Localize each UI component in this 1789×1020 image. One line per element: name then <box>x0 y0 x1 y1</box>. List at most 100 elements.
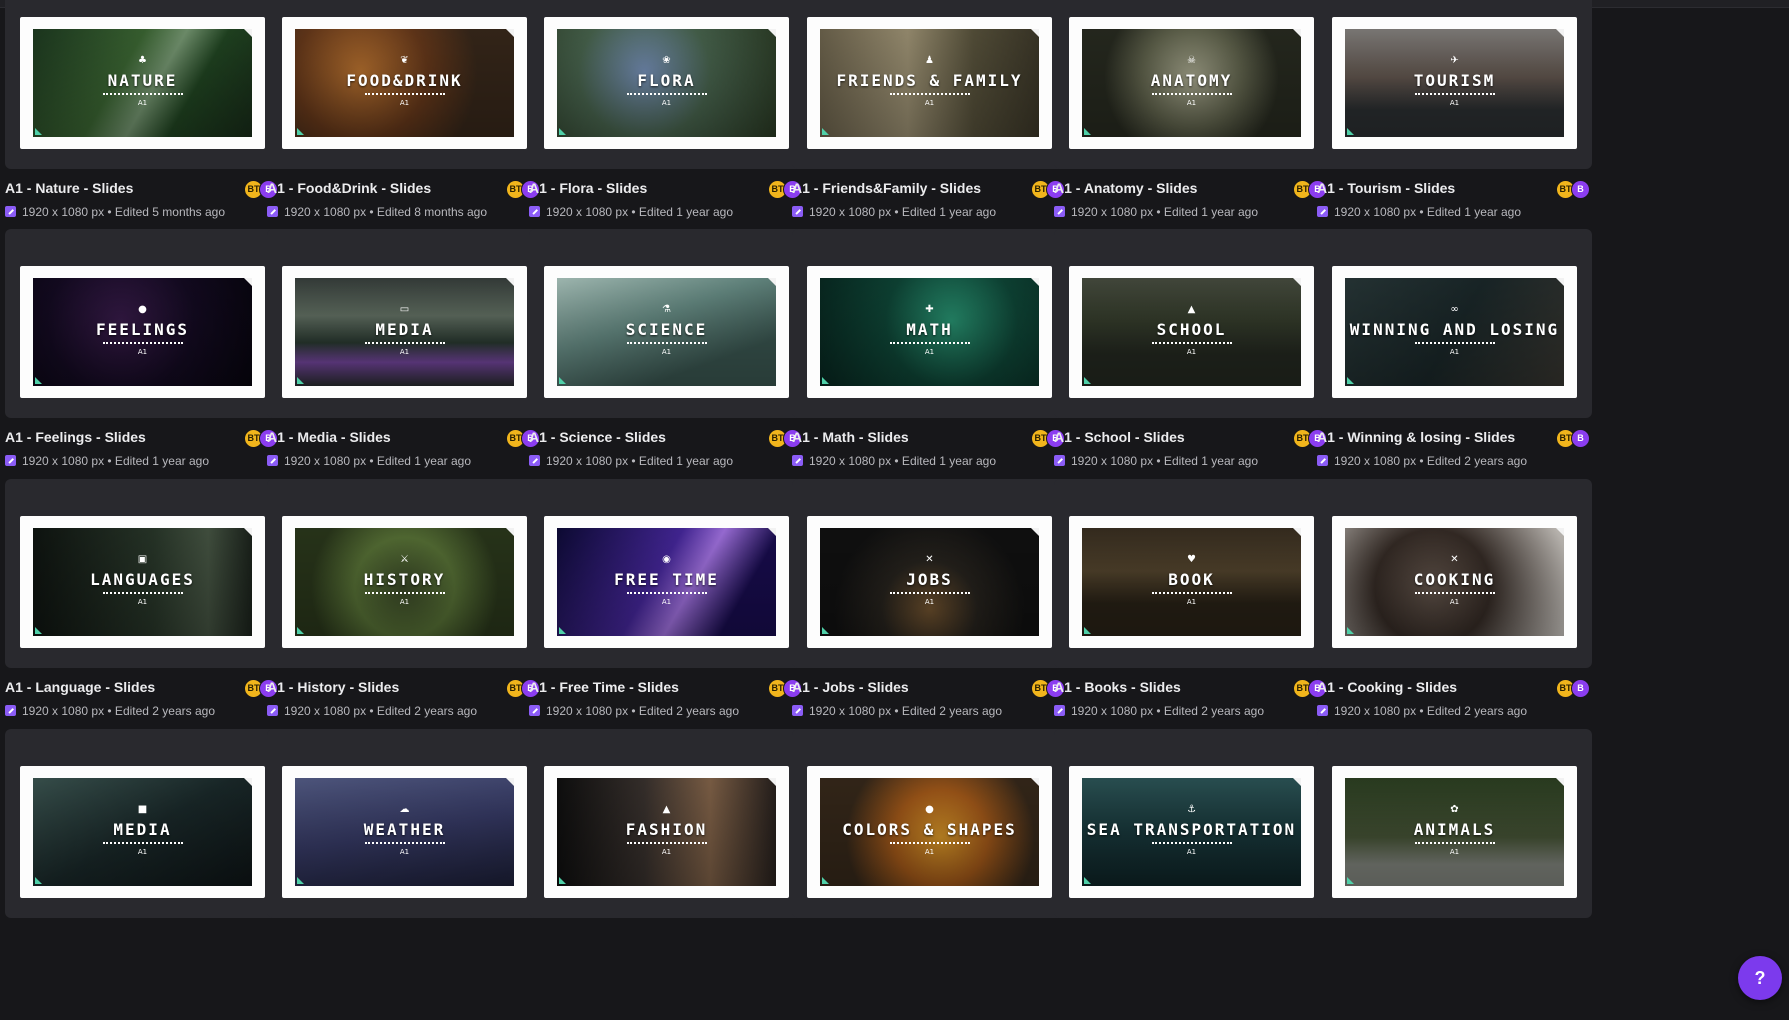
design-card[interactable]: ◉ FREE TIME A1 A1 - Free Time - Slides B… <box>529 479 804 749</box>
design-name[interactable]: A1 - Food&Drink - Slides <box>267 180 431 196</box>
design-name[interactable]: A1 - Anatomy - Slides <box>1054 180 1197 196</box>
design-thumbnail[interactable]: ☠ ANATOMY A1 <box>1054 0 1329 169</box>
design-name[interactable]: A1 - Feelings - Slides <box>5 429 146 445</box>
design-card[interactable]: ● FEELINGS A1 A1 - Feelings - Slides BT … <box>5 229 280 499</box>
design-thumbnail[interactable]: ⚔ HISTORY A1 <box>267 479 542 668</box>
help-button[interactable]: ? <box>1738 956 1782 1000</box>
slide-title: FOOD&DRINK <box>346 71 463 90</box>
design-name[interactable]: A1 - Books - Slides <box>1054 679 1181 695</box>
design-thumbnail[interactable]: ❦ FOOD&DRINK A1 <box>267 0 542 169</box>
slide-subtext: A1 <box>399 99 410 107</box>
design-meta-text: 1920 x 1080 px • Edited 1 year ago <box>1071 454 1259 468</box>
design-name[interactable]: A1 - Nature - Slides <box>5 180 133 196</box>
design-name[interactable]: A1 - Friends&Family - Slides <box>792 180 981 196</box>
design-card[interactable]: ∞ WINNING AND LOSING A1 A1 - Winning & l… <box>1317 229 1592 499</box>
design-card[interactable]: ✕ COOKING A1 A1 - Cooking - Slides BT B … <box>1317 479 1592 749</box>
design-card[interactable]: ✚ MATH A1 A1 - Math - Slides BT B 1920 x… <box>792 229 1067 499</box>
design-card[interactable]: ⚗ SCIENCE A1 A1 - Science - Slides BT B … <box>529 229 804 499</box>
design-card[interactable]: ▲ SCHOOL A1 A1 - School - Slides BT B 19… <box>1054 229 1329 499</box>
design-name[interactable]: A1 - Winning & losing - Slides <box>1317 429 1515 445</box>
design-thumbnail[interactable]: ▲ FASHION A1 <box>529 729 804 918</box>
design-thumbnail[interactable]: ✕ COOKING A1 <box>1317 479 1592 668</box>
slide-title: WEATHER <box>363 820 446 839</box>
slide-subtext: A1 <box>137 848 148 856</box>
slide-photo: ∞ WINNING AND LOSING A1 <box>1345 278 1564 386</box>
design-card[interactable]: ☁ WEATHER A1 BT B <box>267 729 542 999</box>
design-name[interactable]: A1 - Media - Slides <box>267 429 391 445</box>
design-card[interactable]: ▣ LANGUAGES A1 A1 - Language - Slides BT… <box>5 479 280 749</box>
design-meta-text: 1920 x 1080 px • Edited 2 years ago <box>22 704 216 718</box>
design-name[interactable]: A1 - Free Time - Slides <box>529 679 679 695</box>
design-thumbnail[interactable]: ■ MEDIA A1 <box>5 729 280 918</box>
design-thumbnail[interactable]: ♣ NATURE A1 <box>5 0 280 169</box>
design-card[interactable]: ■ MEDIA A1 BT B <box>5 729 280 999</box>
design-thumbnail[interactable]: ✕ JOBS A1 <box>792 479 1067 668</box>
design-card[interactable]: ✕ JOBS A1 A1 - Jobs - Slides BT B 1920 x… <box>792 479 1067 749</box>
slide-photo: ☁ WEATHER A1 <box>295 778 514 886</box>
design-card[interactable]: ♟ FRIENDS & FAMILY A1 A1 - Friends&Famil… <box>792 0 1067 250</box>
slide-photo: ⚓ SEA TRANSPORTATION A1 <box>1082 778 1301 886</box>
design-thumbnail[interactable]: ▭ MEDIA A1 <box>267 229 542 418</box>
design-card[interactable]: ♥ BOOK A1 A1 - Books - Slides BT B 1920 … <box>1054 479 1329 749</box>
dotted-divider <box>102 592 183 594</box>
design-thumbnail[interactable]: ∞ WINNING AND LOSING A1 <box>1317 229 1592 418</box>
design-thumbnail[interactable]: ☁ WEATHER A1 <box>267 729 542 918</box>
design-thumbnail[interactable]: ♟ FRIENDS & FAMILY A1 <box>792 0 1067 169</box>
slide-photo: ♣ NATURE A1 <box>33 29 252 137</box>
corner-mark <box>1556 778 1564 786</box>
design-card[interactable]: ⚔ HISTORY A1 A1 - History - Slides BT B … <box>267 479 542 749</box>
design-card[interactable]: ☠ ANATOMY A1 A1 - Anatomy - Slides BT B … <box>1054 0 1329 250</box>
design-thumbnail[interactable]: ▣ LANGUAGES A1 <box>5 479 280 668</box>
design-name[interactable]: A1 - Jobs - Slides <box>792 679 909 695</box>
design-card[interactable]: ● COLORS & SHAPES A1 BT B <box>792 729 1067 999</box>
design-card[interactable]: ⚓ SEA TRANSPORTATION A1 BT B <box>1054 729 1329 999</box>
design-thumbnail[interactable]: ⚗ SCIENCE A1 <box>529 229 804 418</box>
design-thumbnail[interactable]: ◉ FREE TIME A1 <box>529 479 804 668</box>
collaborator-avatars[interactable]: BT B <box>1556 679 1590 698</box>
slide-photo: ✈ TOURISM A1 <box>1345 29 1564 137</box>
design-name[interactable]: A1 - Tourism - Slides <box>1317 180 1455 196</box>
design-card[interactable]: ❦ FOOD&DRINK A1 A1 - Food&Drink - Slides… <box>267 0 542 250</box>
corner-mark <box>244 528 252 536</box>
slide-frame: ∞ WINNING AND LOSING A1 <box>1332 266 1577 398</box>
design-name[interactable]: A1 - School - Slides <box>1054 429 1185 445</box>
design-thumbnail[interactable]: ✚ MATH A1 <box>792 229 1067 418</box>
design-name[interactable]: A1 - Science - Slides <box>529 429 666 445</box>
design-card[interactable]: ✈ TOURISM A1 A1 - Tourism - Slides BT B … <box>1317 0 1592 250</box>
design-thumbnail[interactable]: ⚓ SEA TRANSPORTATION A1 <box>1054 729 1329 918</box>
corner-mark <box>1293 528 1301 536</box>
collaborator-avatars[interactable]: BT B <box>1556 429 1590 448</box>
design-thumbnail[interactable]: ♥ BOOK A1 <box>1054 479 1329 668</box>
design-card[interactable]: ✿ ANIMALS A1 BT B <box>1317 729 1592 999</box>
dotted-divider <box>1414 592 1495 594</box>
design-meta-text: 1920 x 1080 px • Edited 1 year ago <box>22 454 210 468</box>
design-meta: 1920 x 1080 px • Edited 1 year ago <box>1054 454 1258 468</box>
slide-photo: ● COLORS & SHAPES A1 <box>820 778 1039 886</box>
slide-title: MEDIA <box>113 820 172 839</box>
design-thumbnail[interactable]: ❀ FLORA A1 <box>529 0 804 169</box>
design-thumbnail[interactable]: ● FEELINGS A1 <box>5 229 280 418</box>
design-meta: 1920 x 1080 px • Edited 2 years ago <box>5 704 215 718</box>
design-name[interactable]: A1 - Flora - Slides <box>529 180 647 196</box>
design-name[interactable]: A1 - Language - Slides <box>5 679 155 695</box>
dotted-divider <box>102 842 183 844</box>
design-thumbnail[interactable]: ● COLORS & SHAPES A1 <box>792 729 1067 918</box>
design-name[interactable]: A1 - History - Slides <box>267 679 399 695</box>
collaborator-avatars[interactable]: BT B <box>1556 180 1590 199</box>
design-card[interactable]: ❀ FLORA A1 A1 - Flora - Slides BT B 1920… <box>529 0 804 250</box>
design-thumbnail[interactable]: ✈ TOURISM A1 <box>1317 0 1592 169</box>
design-name[interactable]: A1 - Math - Slides <box>792 429 909 445</box>
slide-title: SCIENCE <box>625 320 708 339</box>
design-card[interactable]: ♣ NATURE A1 A1 - Nature - Slides BT B 19… <box>5 0 280 250</box>
slide-icon: ⚔ <box>400 554 409 565</box>
design-card[interactable]: ▲ FASHION A1 BT B <box>529 729 804 999</box>
slide-title: SEA TRANSPORTATION <box>1086 820 1297 839</box>
slide-icon: ☁ <box>399 804 410 815</box>
slide-subtext: A1 <box>137 348 148 356</box>
design-meta-text: 1920 x 1080 px • Edited 1 year ago <box>284 454 472 468</box>
design-thumbnail[interactable]: ✿ ANIMALS A1 <box>1317 729 1592 918</box>
design-thumbnail[interactable]: ▲ SCHOOL A1 <box>1054 229 1329 418</box>
design-card[interactable]: ▭ MEDIA A1 A1 - Media - Slides BT B 1920… <box>267 229 542 499</box>
slide-photo: ☠ ANATOMY A1 <box>1082 29 1301 137</box>
design-name[interactable]: A1 - Cooking - Slides <box>1317 679 1457 695</box>
